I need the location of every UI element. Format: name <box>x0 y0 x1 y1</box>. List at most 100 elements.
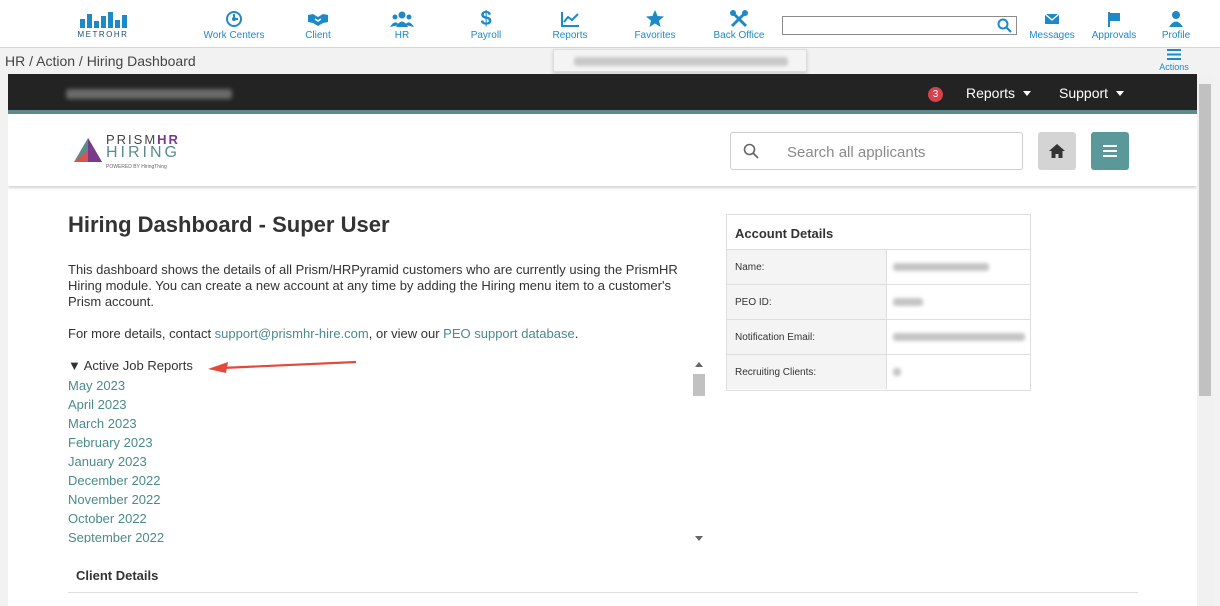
chevron-down-icon <box>1023 91 1032 96</box>
dollar-icon: $ <box>480 8 492 30</box>
nav-favorites[interactable]: Favorites <box>630 10 680 41</box>
menu-button[interactable] <box>1091 132 1129 170</box>
nav-label: Approvals <box>1091 30 1137 41</box>
page-title: Hiring Dashboard - Super User <box>68 212 390 237</box>
envelope-icon <box>1044 13 1060 24</box>
work-centers-icon <box>226 11 242 27</box>
account-details-panel: Account Details Name: PEO ID: Notificati… <box>726 214 1031 391</box>
report-link[interactable]: November 2022 <box>68 490 708 509</box>
nav-work-centers[interactable]: Work Centers <box>200 10 268 41</box>
support-email-link[interactable]: support@prismhr-hire.com <box>215 326 369 341</box>
peo-support-database-link[interactable]: PEO support database <box>443 326 575 341</box>
annotation-arrow-icon <box>208 360 357 373</box>
account-row-email: Notification Email: <box>727 320 1030 355</box>
nav-hr[interactable]: HR <box>386 10 418 41</box>
account-label: PEO ID: <box>727 285 887 319</box>
divider <box>68 592 1138 593</box>
redacted-value <box>893 298 923 306</box>
hamburger-icon <box>1103 145 1117 157</box>
account-row-recruiting-clients: Recruiting Clients: <box>727 355 1030 390</box>
flag-icon <box>1108 12 1120 27</box>
client-details-heading: Client Details <box>76 568 159 583</box>
people-icon <box>390 11 414 27</box>
nav-label: Payroll <box>470 30 502 41</box>
hamburger-icon <box>1167 49 1181 60</box>
redacted-value <box>893 368 901 376</box>
logo-text: METROHR <box>77 30 129 39</box>
search-placeholder: Search all applicants <box>787 144 926 161</box>
chevron-down-icon <box>1116 91 1125 96</box>
scroll-up-icon[interactable] <box>695 362 703 367</box>
client-tooltip <box>553 49 807 72</box>
home-icon <box>1049 144 1065 158</box>
nav-label: HR <box>394 30 410 41</box>
report-link[interactable]: March 2023 <box>68 414 708 433</box>
report-link[interactable]: October 2022 <box>68 509 708 528</box>
logo-line-2: HIRING <box>106 144 180 161</box>
nav-messages[interactable]: Messages <box>1028 10 1076 41</box>
nav-client[interactable]: Client <box>296 10 340 41</box>
report-link[interactable]: May 2023 <box>68 376 708 395</box>
nav-label: Profile <box>1161 30 1191 41</box>
nav-payroll[interactable]: $ Payroll <box>466 8 506 41</box>
scroll-thumb[interactable] <box>693 374 705 396</box>
account-row-peo-id: PEO ID: <box>727 285 1030 320</box>
account-row-name: Name: <box>727 250 1030 285</box>
active-job-reports: ▼ Active Job Reports May 2023 April 2023… <box>68 358 708 543</box>
home-button[interactable] <box>1038 132 1076 170</box>
app-topbar: 3 Reports Support <box>8 74 1197 114</box>
nav-label: Back Office <box>713 30 765 41</box>
nav-back-office[interactable]: Back Office <box>710 10 768 41</box>
nav-label: Reports <box>552 30 588 41</box>
search-icon <box>743 143 759 159</box>
support-dropdown[interactable]: Support <box>1059 85 1125 101</box>
company-name-redacted <box>66 89 232 99</box>
notification-badge[interactable]: 3 <box>928 87 943 102</box>
report-link[interactable]: January 2023 <box>68 452 708 471</box>
account-label: Notification Email: <box>727 320 887 354</box>
nav-profile[interactable]: Profile <box>1158 10 1194 41</box>
nav-approvals[interactable]: Approvals <box>1090 10 1138 41</box>
top-nav: METROHR Work Centers Client HR $ Payroll… <box>0 0 1220 48</box>
nav-search-input[interactable] <box>782 16 1017 35</box>
applicant-search-input[interactable]: Search all applicants <box>730 132 1023 170</box>
nav-label: Client <box>305 30 331 41</box>
scroll-down-icon[interactable] <box>695 536 703 541</box>
nav-label: Messages <box>1029 30 1075 41</box>
hiring-app-frame: 3 Reports Support PRISMHR HIRING POWERED… <box>8 74 1197 606</box>
chart-line-icon <box>561 12 579 27</box>
account-label: Name: <box>727 250 887 284</box>
report-link[interactable]: February 2023 <box>68 433 708 452</box>
actions-button[interactable]: Actions <box>1155 49 1193 72</box>
logo-line-3: POWERED BY HiringThing <box>106 164 167 170</box>
star-icon <box>646 10 664 27</box>
support-dropdown-label: Support <box>1059 85 1109 101</box>
search-icon[interactable] <box>997 18 1012 33</box>
breadcrumb: HR / Action / Hiring Dashboard <box>5 53 196 69</box>
actions-label: Actions <box>1159 62 1189 72</box>
reports-dropdown[interactable]: Reports <box>966 85 1032 101</box>
metrohr-logo[interactable]: METROHR <box>74 10 132 46</box>
nav-label: Work Centers <box>203 30 265 41</box>
prism-triangle-icon <box>74 138 102 162</box>
report-link[interactable]: April 2023 <box>68 395 708 414</box>
account-details-title: Account Details <box>727 215 1030 250</box>
active-job-reports-toggle[interactable]: ▼ Active Job Reports <box>68 358 708 376</box>
app-header: PRISMHR HIRING POWERED BY HiringThing Se… <box>8 118 1197 186</box>
account-label: Recruiting Clients: <box>727 355 887 389</box>
contact-text: For more details, contact support@prismh… <box>68 326 579 341</box>
redacted-value <box>893 333 1025 341</box>
user-icon <box>1169 11 1183 27</box>
tools-icon <box>730 10 748 28</box>
page-scroll-thumb[interactable] <box>1199 84 1211 396</box>
skyline-icon <box>74 10 132 28</box>
page-scrollbar[interactable] <box>1197 74 1214 606</box>
report-link[interactable]: December 2022 <box>68 471 708 490</box>
report-link[interactable]: September 2022 <box>68 528 708 543</box>
active-job-reports-header: Active Job Reports <box>83 358 193 373</box>
reports-scrollbar[interactable] <box>692 360 706 543</box>
nav-reports[interactable]: Reports <box>548 10 592 41</box>
intro-text: This dashboard shows the details of all … <box>68 262 678 309</box>
reports-dropdown-label: Reports <box>966 85 1016 101</box>
nav-label: Favorites <box>634 30 676 41</box>
